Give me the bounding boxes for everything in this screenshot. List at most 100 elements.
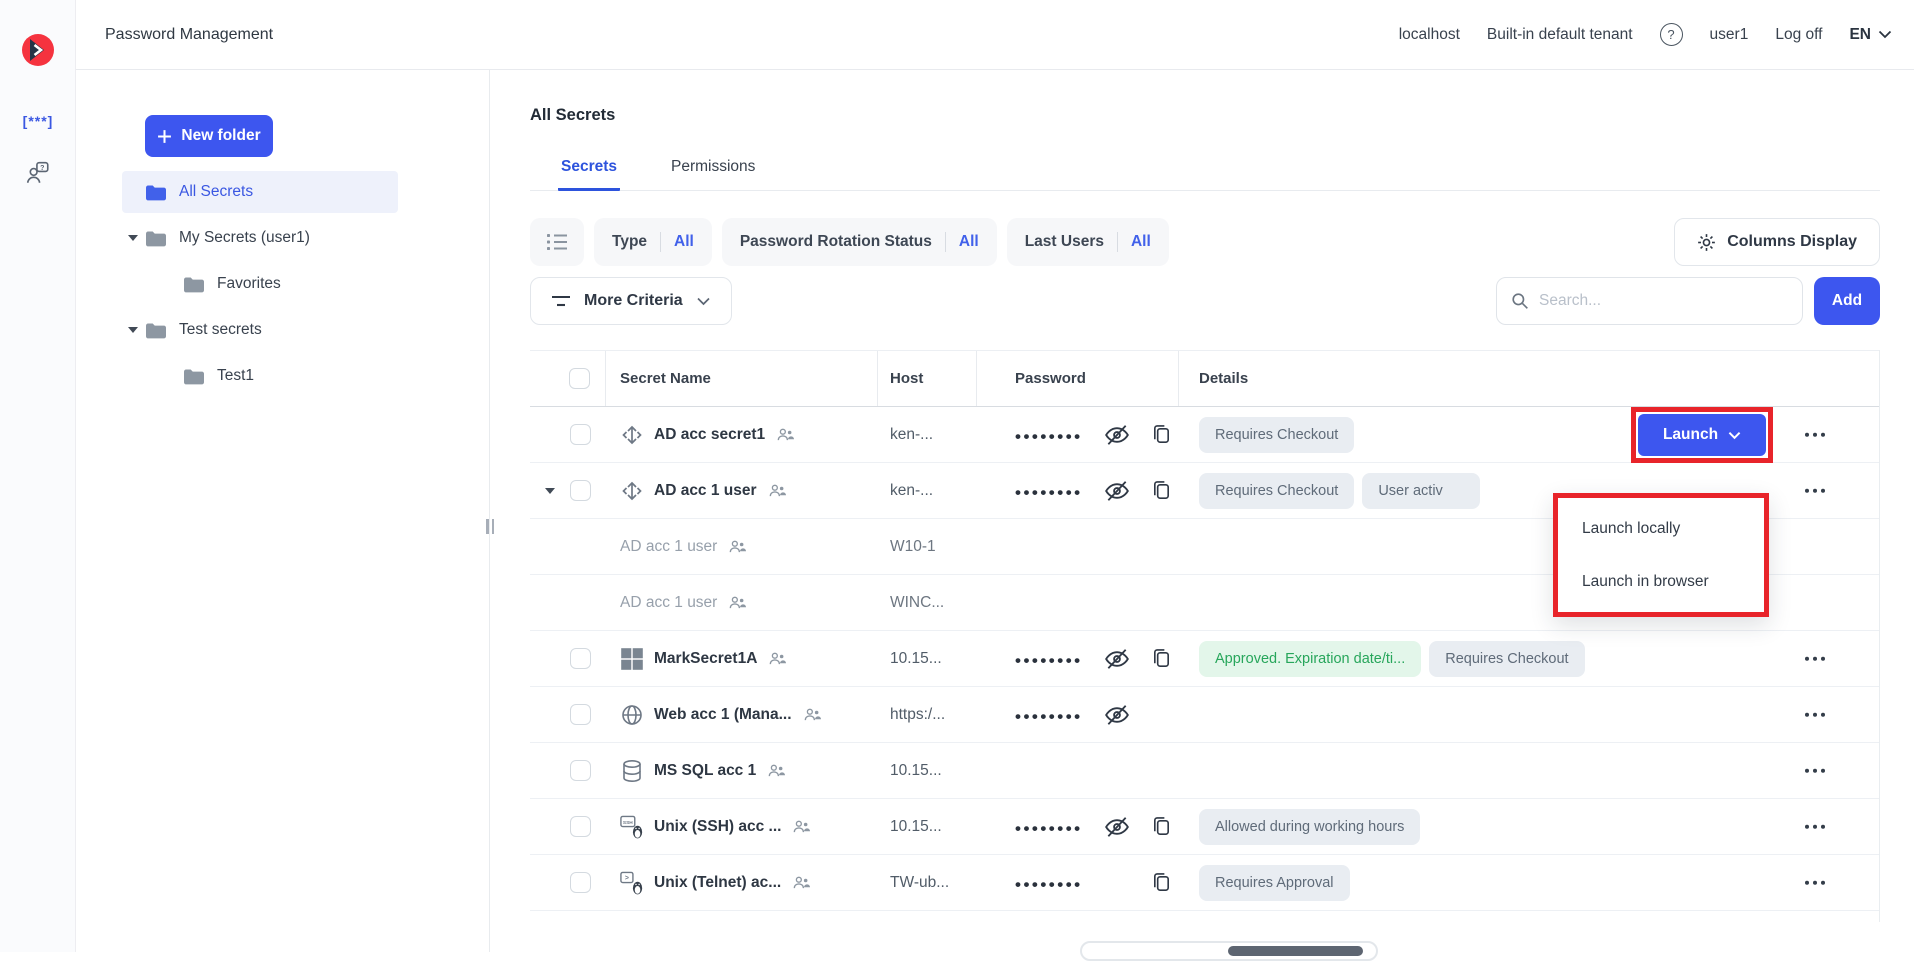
more-criteria-button[interactable]: More Criteria <box>530 277 732 325</box>
header-actions <box>1609 351 1879 406</box>
secret-name-cell: Web acc 1 (Mana... <box>606 687 878 742</box>
log-off-link[interactable]: Log off <box>1775 26 1822 44</box>
secret-name[interactable]: Unix (SSH) acc ... <box>654 818 781 836</box>
secret-name[interactable]: MS SQL acc 1 <box>654 762 756 780</box>
secret-name[interactable]: MarkSecret1A <box>654 650 757 668</box>
secret-name[interactable]: AD acc 1 user <box>654 482 757 500</box>
sidebar-item-all-secrets[interactable]: All Secrets <box>122 171 398 213</box>
secret-name-cell: > Unix (Telnet) ac... <box>606 855 878 910</box>
columns-display-button[interactable]: Columns Display <box>1674 218 1880 266</box>
folder-icon <box>146 322 166 339</box>
search-box[interactable] <box>1496 277 1803 325</box>
folder-tree: All Secrets My Secrets (user1) Favorites… <box>76 171 489 397</box>
add-button[interactable]: Add <box>1814 277 1880 325</box>
secret-name[interactable]: Web acc 1 (Mana... <box>654 706 792 724</box>
row-checkbox[interactable] <box>570 872 591 893</box>
collapse-caret-icon[interactable] <box>122 327 146 333</box>
eye-off-icon[interactable] <box>1104 814 1130 840</box>
host-value: W10-1 <box>890 538 936 556</box>
row-checkbox[interactable] <box>570 704 591 725</box>
table-row[interactable]: Web acc 1 (Mana... https:/... •••••••• <box>530 687 1879 743</box>
more-criteria-label: More Criteria <box>584 292 683 310</box>
sidebar-item-favorites[interactable]: Favorites <box>160 263 398 305</box>
row-menu-button[interactable] <box>1803 818 1828 835</box>
table-row[interactable]: SSH Unix (SSH) acc ... 10.15... •••••••• <box>530 799 1879 855</box>
filter-password-rotation-status[interactable]: Password Rotation Status All <box>722 218 997 266</box>
table-header: Secret Name Host Password Details <box>530 350 1879 407</box>
header-host[interactable]: Host <box>878 351 977 406</box>
secret-name-cell: MS SQL acc 1 <box>606 743 878 798</box>
host-cell: ken-... <box>878 463 977 518</box>
secret-name[interactable]: Unix (Telnet) ac... <box>654 874 781 892</box>
secret-name[interactable]: AD acc secret1 <box>654 426 765 444</box>
row-select-cell <box>530 855 606 910</box>
table-row[interactable]: MarkSecret1A 10.15... •••••••• Approved.… <box>530 631 1879 687</box>
password-module-icon[interactable]: [***] <box>0 113 76 129</box>
eye-off-icon[interactable] <box>1104 702 1130 728</box>
eye-off-icon[interactable] <box>1104 646 1130 672</box>
copy-icon[interactable] <box>1151 479 1172 502</box>
row-checkbox[interactable] <box>570 648 591 669</box>
copy-icon[interactable] <box>1151 647 1172 670</box>
shared-users-icon <box>769 483 786 498</box>
menu-item-launch-in-browser[interactable]: Launch in browser <box>1558 555 1764 608</box>
row-checkbox[interactable] <box>570 760 591 781</box>
eye-off-icon[interactable] <box>1104 422 1130 448</box>
copy-icon[interactable] <box>1151 871 1172 894</box>
row-menu-button[interactable] <box>1803 706 1828 723</box>
row-menu-button[interactable] <box>1803 762 1828 779</box>
sidebar-item-test-secrets[interactable]: Test secrets <box>122 309 398 351</box>
table-row[interactable]: MS SQL acc 1 10.15... <box>530 743 1879 799</box>
table-row[interactable]: > Unix (Telnet) ac... TW-ub... •••••••• <box>530 855 1879 911</box>
list-view-button[interactable] <box>530 218 584 266</box>
row-select-cell <box>530 799 606 854</box>
shared-users-icon <box>729 595 746 610</box>
secret-name-cell: AD acc 1 user <box>606 463 878 518</box>
row-menu-button[interactable] <box>1803 874 1828 891</box>
tab-secrets[interactable]: Secrets <box>558 149 620 191</box>
scrollbar-thumb[interactable] <box>1228 946 1363 956</box>
details-cell <box>1179 687 1609 742</box>
launch-button[interactable]: Launch <box>1638 414 1766 456</box>
host-value: TW-ub... <box>890 874 949 892</box>
password-cell <box>977 575 1179 630</box>
table-row[interactable]: AD acc secret1 ken-... •••••••• Requires… <box>530 407 1879 463</box>
header-secret-name[interactable]: Secret Name <box>606 351 878 406</box>
row-checkbox[interactable] <box>570 480 591 501</box>
help-icon[interactable]: ? <box>1660 23 1683 46</box>
copy-icon[interactable] <box>1151 423 1172 446</box>
menu-item-launch-locally[interactable]: Launch locally <box>1558 502 1764 555</box>
row-menu-button[interactable] <box>1803 482 1828 499</box>
filter-type[interactable]: Type All <box>594 218 712 266</box>
new-folder-button[interactable]: New folder <box>145 115 273 157</box>
horizontal-scrollbar[interactable] <box>1080 941 1378 961</box>
sidebar-item-label: Test secrets <box>179 321 262 339</box>
sidebar-item-my-secrets[interactable]: My Secrets (user1) <box>122 217 398 259</box>
identity-question-icon[interactable]: ? <box>0 160 76 186</box>
row-checkbox[interactable] <box>570 816 591 837</box>
row-menu-button[interactable] <box>1803 426 1828 443</box>
secret-name[interactable]: AD acc 1 user <box>620 594 717 612</box>
current-user-label[interactable]: user1 <box>1710 26 1749 44</box>
header-details[interactable]: Details <box>1179 351 1609 406</box>
sidebar-item-test1[interactable]: Test1 <box>160 355 398 397</box>
eye-off-icon[interactable] <box>1104 478 1130 504</box>
details-cell <box>1179 743 1609 798</box>
folder-tree-panel: New folder All Secrets My Secrets (user1… <box>76 70 490 952</box>
copy-icon[interactable] <box>1151 815 1172 838</box>
row-select-cell <box>530 407 606 462</box>
row-menu-button[interactable] <box>1803 650 1828 667</box>
row-select-cell <box>530 519 606 574</box>
expand-caret-icon[interactable] <box>542 488 558 494</box>
collapse-caret-icon[interactable] <box>122 235 146 241</box>
secret-name[interactable]: AD acc 1 user <box>620 538 717 556</box>
filter-last-users[interactable]: Last Users All <box>1007 218 1169 266</box>
row-select-cell <box>530 743 606 798</box>
select-all-checkbox[interactable] <box>569 368 590 389</box>
host-cell: ken-... <box>878 407 977 462</box>
header-password[interactable]: Password <box>977 351 1179 406</box>
language-selector[interactable]: EN <box>1849 26 1892 44</box>
tab-permissions[interactable]: Permissions <box>668 149 758 191</box>
search-input[interactable] <box>1539 292 1788 310</box>
row-checkbox[interactable] <box>570 424 591 445</box>
